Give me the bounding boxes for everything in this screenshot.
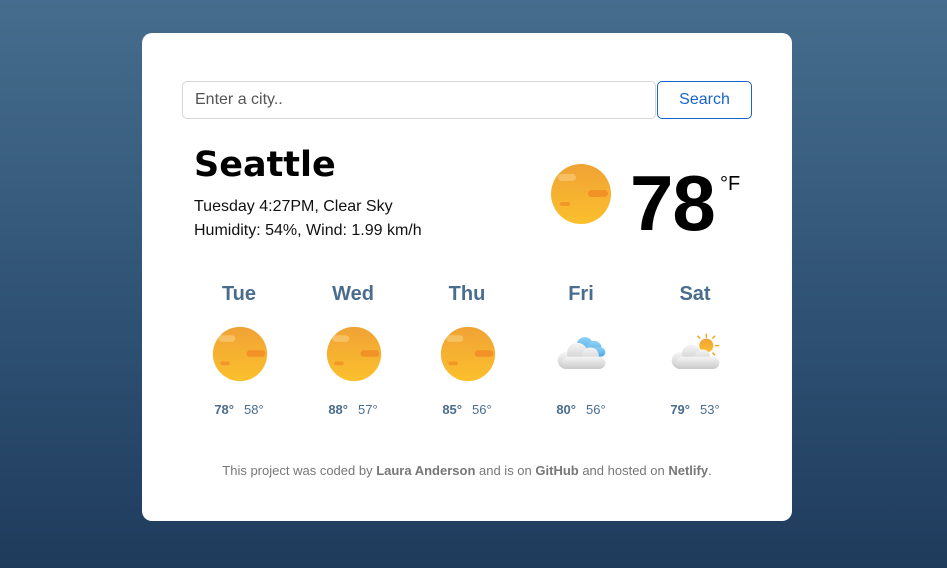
forecast-min: 53°: [700, 402, 720, 417]
current-temperature: 78: [630, 159, 716, 247]
forecast-max: 78°: [214, 402, 234, 417]
search-button[interactable]: Search: [657, 81, 752, 119]
forecast-temps: 88° 57°: [296, 402, 410, 417]
forecast-temps: 85° 56°: [410, 402, 524, 417]
forecast-day: Thu 85° 56°: [410, 281, 524, 421]
forecast-min: 58°: [244, 402, 264, 417]
forecast-max: 88°: [328, 402, 348, 417]
forecast-temps: 79° 53°: [638, 402, 752, 417]
forecast-min: 56°: [586, 402, 606, 417]
forecast-max: 79°: [670, 402, 690, 417]
forecast-day-name: Thu: [448, 283, 486, 305]
forecast-day-name: Fri: [568, 283, 594, 305]
forecast-temps: 78° 58°: [182, 402, 296, 417]
sun-icon: [325, 325, 383, 383]
forecast-min: 56°: [472, 402, 492, 417]
forecast-max: 80°: [556, 402, 576, 417]
city-search-input[interactable]: [182, 81, 656, 119]
forecast-day-name: Wed: [332, 283, 374, 305]
sun-icon: [550, 163, 612, 225]
weather-card: Search Seattle Tuesday 4:27PM, Clear Sky…: [142, 33, 792, 521]
current-condition: Clear Sky: [323, 198, 393, 215]
current-details: Tuesday 4:27PM, Clear Sky Humidity: 54%,…: [194, 195, 422, 243]
humidity-wind: Humidity: 54%, Wind: 1.99 km/h: [194, 222, 422, 239]
author-link[interactable]: Laura Anderson: [376, 463, 475, 478]
temperature-unit[interactable]: °F: [720, 173, 740, 196]
partly-cloudy-icon: [667, 325, 725, 383]
netlify-link[interactable]: Netlify: [668, 463, 708, 478]
forecast-day: Tue 78° 58°: [182, 281, 296, 421]
github-link[interactable]: GitHub: [535, 463, 578, 478]
sun-icon: [439, 325, 497, 383]
forecast-day-name: Sat: [679, 283, 711, 305]
forecast-day-name: Tue: [221, 283, 257, 305]
footer-credits: This project was coded by Laura Anderson…: [222, 463, 712, 478]
sun-icon: [211, 325, 269, 383]
cloud-icon: [553, 325, 611, 383]
current-datetime: Tuesday 4:27PM: [194, 198, 315, 215]
forecast-temps: 80° 56°: [524, 402, 638, 417]
forecast-day: Fri 80° 56°: [524, 281, 638, 421]
humidity-value: Humidity: 54%: [194, 222, 298, 239]
forecast-min: 57°: [358, 402, 378, 417]
datetime-condition: Tuesday 4:27PM, Clear Sky: [194, 198, 393, 215]
forecast-max: 85°: [442, 402, 462, 417]
wind-value: Wind: 1.99 km/h: [306, 222, 422, 239]
search-form: Search: [182, 81, 752, 119]
city-name: Seattle: [194, 145, 336, 185]
forecast-day: Wed 88° 57°: [296, 281, 410, 421]
forecast-row: Tue 78° 58° Wed 88° 57° Thu 85° 56° Fri …: [182, 281, 752, 421]
forecast-day: Sat 79° 53°: [638, 281, 752, 421]
